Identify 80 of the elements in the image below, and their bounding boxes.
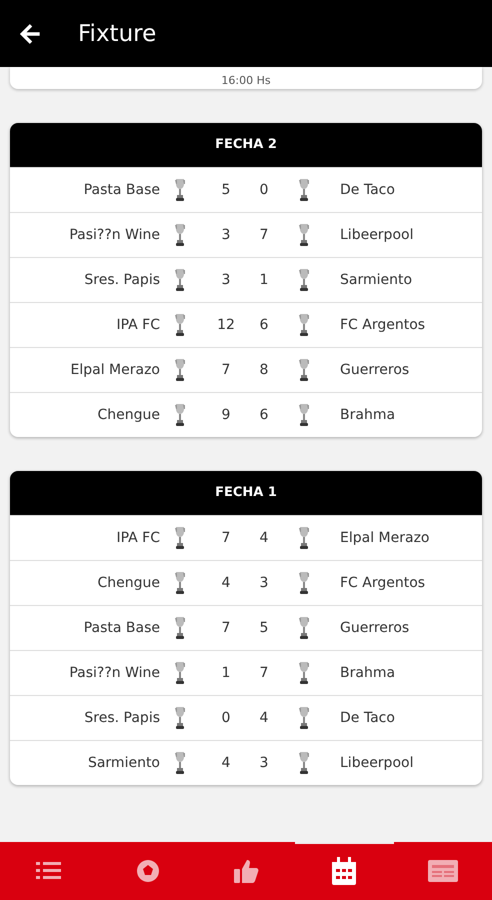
calendar-icon	[331, 857, 358, 885]
screen-title: Fixture	[78, 20, 156, 46]
away-score: 7	[258, 227, 270, 243]
away-score: 1	[258, 272, 270, 288]
away-score: 0	[258, 182, 270, 198]
home-score: 7	[220, 362, 232, 378]
away-score: 6	[258, 407, 270, 423]
home-score: 7	[220, 620, 232, 636]
trophy-icon	[298, 706, 310, 730]
home-score: 0	[220, 710, 232, 726]
trophy-icon	[174, 313, 186, 337]
trophy-icon	[174, 616, 186, 640]
trophy-icon	[174, 661, 186, 685]
home-score: 3	[220, 272, 232, 288]
home-team: IPA FC	[115, 317, 160, 333]
home-team: Pasi??n Wine	[68, 665, 160, 681]
away-team: Brahma	[339, 665, 396, 681]
home-team: Elpal Merazo	[70, 362, 160, 378]
away-team: De Taco	[339, 710, 396, 726]
trophy-icon	[174, 751, 186, 775]
news-card-icon	[428, 860, 458, 882]
trophy-icon	[174, 706, 186, 730]
trophy-icon	[174, 268, 186, 292]
trophy-icon	[298, 751, 310, 775]
home-score: 9	[220, 407, 232, 423]
home-team: Chengue	[96, 575, 160, 591]
away-score: 3	[258, 575, 270, 591]
home-team: Pasta Base	[82, 182, 160, 198]
trophy-icon	[298, 616, 310, 640]
trophy-icon	[174, 526, 186, 550]
away-team: Guerreros	[339, 620, 410, 636]
trophy-icon	[298, 358, 310, 382]
trophy-icon	[298, 571, 310, 595]
trophy-icon	[298, 223, 310, 247]
home-score: 12	[216, 317, 236, 333]
away-score: 6	[258, 317, 270, 333]
away-score: 4	[258, 710, 270, 726]
round-header: FECHA 2	[10, 123, 482, 167]
away-team: Libeerpool	[339, 755, 414, 771]
home-score: 7	[220, 530, 232, 546]
trophy-icon	[298, 313, 310, 337]
away-team: FC Argentos	[339, 575, 426, 591]
home-score: 1	[220, 665, 232, 681]
home-team: Sarmiento	[86, 755, 160, 771]
away-team: De Taco	[339, 182, 396, 198]
home-team: IPA FC	[115, 530, 160, 546]
trophy-icon	[298, 403, 310, 427]
away-score: 3	[258, 755, 270, 771]
away-team: Sarmiento	[339, 272, 414, 288]
away-team: Elpal Merazo	[339, 530, 430, 546]
away-score: 7	[258, 665, 270, 681]
home-team: Pasi??n Wine	[68, 227, 160, 243]
thumbs-up-icon	[233, 858, 260, 884]
round-header: FECHA 1	[10, 471, 482, 515]
home-team: Sres. Papis	[83, 272, 160, 288]
trophy-icon	[174, 403, 186, 427]
trophy-icon	[174, 223, 186, 247]
away-score: 8	[258, 362, 270, 378]
away-score: 4	[258, 530, 270, 546]
trophy-icon	[298, 178, 310, 202]
home-score: 3	[220, 227, 232, 243]
home-score: 4	[220, 755, 232, 771]
trophy-icon	[298, 526, 310, 550]
away-team: Brahma	[339, 407, 396, 423]
away-team: Guerreros	[339, 362, 410, 378]
trophy-icon	[174, 358, 186, 382]
away-team: Libeerpool	[339, 227, 414, 243]
away-score: 5	[258, 620, 270, 636]
soccer-ball-icon	[136, 859, 160, 883]
home-team: Chengue	[96, 407, 160, 423]
home-team: Pasta Base	[82, 620, 160, 636]
away-team: FC Argentos	[339, 317, 426, 333]
trophy-icon	[298, 661, 310, 685]
trophy-icon	[298, 268, 310, 292]
trophy-icon	[174, 571, 186, 595]
trophy-icon	[174, 178, 186, 202]
home-score: 4	[220, 575, 232, 591]
home-score: 5	[220, 182, 232, 198]
match-time: 16:00 Hs	[221, 74, 271, 87]
home-team: Sres. Papis	[83, 710, 160, 726]
